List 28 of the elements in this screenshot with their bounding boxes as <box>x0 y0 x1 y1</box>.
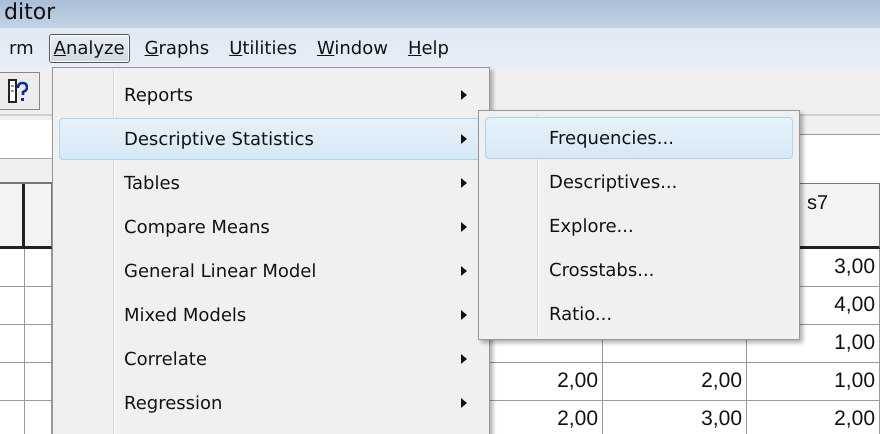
table-cell: 2,00 <box>603 363 747 401</box>
table-cell <box>0 363 25 401</box>
table-cell <box>0 325 25 363</box>
menu-item[interactable]: Frequencies... <box>485 117 793 159</box>
table-cell: 3,00 <box>603 401 747 434</box>
column-header[interactable] <box>0 184 25 249</box>
table-cell <box>0 287 25 325</box>
menu-bar-item[interactable]: Help <box>402 34 454 62</box>
menu-bar-item[interactable]: Graphs <box>140 34 214 62</box>
variable-field[interactable] <box>800 134 880 183</box>
help-button[interactable] <box>0 72 40 110</box>
menu-item[interactable]: Descriptives... <box>485 161 793 203</box>
column-header[interactable] <box>25 184 52 249</box>
cell-value-field[interactable] <box>0 120 52 159</box>
window-title: ditor <box>4 0 56 26</box>
table-cell <box>0 249 25 287</box>
menu-item[interactable]: Correlate <box>59 338 483 380</box>
menu-bar-item[interactable]: rm <box>4 34 39 62</box>
menu-item[interactable]: Regression <box>59 382 483 424</box>
menu-item[interactable]: Explore... <box>485 205 793 247</box>
menu-bar-item[interactable]: Window <box>312 34 393 62</box>
menu-bar-item[interactable]: Analyze <box>48 34 130 62</box>
menu-item[interactable]: Reports <box>59 74 483 116</box>
table-cell: 1,00 <box>747 363 880 401</box>
help-icon <box>8 78 28 104</box>
menu-bar-item[interactable]: Utilities <box>224 34 302 62</box>
table-cell: 2,00 <box>747 401 880 434</box>
column-header[interactable]: s7 <box>807 192 828 215</box>
